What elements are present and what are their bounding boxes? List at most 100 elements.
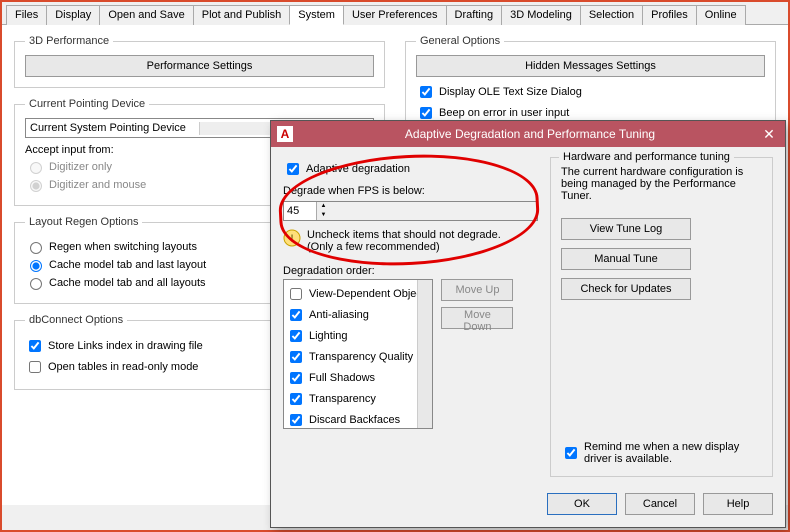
list-item-label: Anti-aliasing [309, 309, 369, 321]
list-item[interactable]: Full Shadows [286, 369, 430, 387]
check-remind-driver[interactable] [565, 447, 577, 459]
order-wrap: View-Dependent Objects Anti-aliasing Light… [283, 279, 538, 429]
list-item[interactable]: Transparency [286, 390, 430, 408]
tab-plot-and-publish[interactable]: Plot and Publish [193, 5, 291, 25]
tip-line1: Uncheck items that should not degrade. [307, 229, 501, 241]
tip-line2: (Only a few recommended) [307, 241, 501, 253]
radio-cache-last[interactable] [30, 260, 42, 272]
label-cache-last: Cache model tab and last layout [49, 259, 206, 271]
label-digitizer-mouse: Digitizer and mouse [49, 179, 146, 191]
scrollbar[interactable] [417, 280, 432, 428]
tab-display[interactable]: Display [46, 5, 100, 25]
dialog-title: Adaptive Degradation and Performance Tun… [301, 127, 759, 141]
fps-input[interactable] [284, 202, 316, 220]
list-item[interactable]: Discard Backfaces [286, 411, 430, 429]
legend-pointing: Current Pointing Device [25, 98, 149, 110]
list-item-checkbox[interactable] [290, 372, 302, 384]
tab-drafting[interactable]: Drafting [446, 5, 503, 25]
move-down-button[interactable]: Move Down [441, 307, 513, 329]
help-button[interactable]: Help [703, 493, 773, 515]
tab-strip: FilesDisplayOpen and SavePlot and Publis… [2, 2, 788, 25]
combo-value: Current System Pointing Device [26, 122, 199, 134]
tab-user-preferences[interactable]: User Preferences [343, 5, 447, 25]
move-up-button[interactable]: Move Up [441, 279, 513, 301]
close-icon[interactable]: ✕ [759, 126, 779, 143]
label-store-links: Store Links index in drawing file [48, 340, 203, 352]
list-item-label: Transparency [309, 393, 376, 405]
legend-general: General Options [416, 35, 504, 47]
order-buttons: Move Up Move Down [441, 279, 513, 429]
list-item-checkbox[interactable] [290, 414, 302, 426]
spinner-arrows: ▲ ▼ [316, 202, 330, 220]
legend-dbconnect: dbConnect Options [25, 314, 127, 326]
list-item-label: Discard Backfaces [309, 414, 400, 426]
legend-hardware: Hardware and performance tuning [559, 151, 734, 163]
label-digitizer-only: Digitizer only [49, 161, 112, 173]
list-item[interactable]: Transparency Quality [286, 348, 430, 366]
degradation-order-label: Degradation order: [283, 265, 538, 277]
spinner-up-icon[interactable]: ▲ [317, 202, 330, 211]
label-ole-dialog: Display OLE Text Size Dialog [439, 86, 582, 98]
dialog-body: Adaptive degradation Degrade when FPS is… [271, 147, 785, 487]
cancel-button[interactable]: Cancel [625, 493, 695, 515]
radio-digitizer-only [30, 162, 42, 174]
degradation-listbox[interactable]: View-Dependent Objects Anti-aliasing Light… [283, 279, 433, 429]
dialog-right-col: Hardware and performance tuning The curr… [550, 157, 773, 477]
spinner-down-icon[interactable]: ▼ [317, 211, 330, 220]
list-item[interactable]: Anti-aliasing [286, 306, 430, 324]
app-icon: A [277, 126, 293, 142]
dialog-footer: OK Cancel Help [271, 487, 785, 521]
radio-regen-switching[interactable] [30, 242, 42, 254]
svg-text:!: ! [290, 233, 293, 245]
legend-3d-performance: 3D Performance [25, 35, 113, 47]
group-3d-performance: 3D Performance Performance Settings [14, 35, 385, 88]
list-item-checkbox[interactable] [290, 309, 302, 321]
tab-open-and-save[interactable]: Open and Save [99, 5, 193, 25]
list-item-checkbox[interactable] [290, 393, 302, 405]
check-readonly-tables[interactable] [29, 361, 41, 373]
view-tune-log-button[interactable]: View Tune Log [561, 218, 691, 240]
check-ole-dialog[interactable] [420, 86, 432, 98]
radio-digitizer-mouse [30, 180, 42, 192]
list-item-label: Full Shadows [309, 372, 375, 384]
dialog-titlebar[interactable]: A Adaptive Degradation and Performance T… [271, 121, 785, 147]
adaptive-degradation-dialog: A Adaptive Degradation and Performance T… [270, 120, 786, 528]
tip-row: ! Uncheck items that should not degrade.… [283, 229, 538, 253]
label-beep-error: Beep on error in user input [439, 107, 569, 119]
tip-text: Uncheck items that should not degrade. (… [307, 229, 501, 253]
check-beep-error[interactable] [420, 107, 432, 119]
legend-regen: Layout Regen Options [25, 216, 142, 228]
performance-settings-button[interactable]: Performance Settings [25, 55, 374, 77]
check-store-links[interactable] [29, 340, 41, 352]
list-item-checkbox[interactable] [290, 351, 302, 363]
list-item[interactable]: View-Dependent Objects [286, 285, 430, 303]
list-item-label: Transparency Quality [309, 351, 413, 363]
label-cache-all: Cache model tab and all layouts [49, 277, 206, 289]
lightbulb-icon: ! [283, 229, 301, 247]
list-item-label: Lighting [309, 330, 348, 342]
label-regen-switching: Regen when switching layouts [49, 241, 197, 253]
tab-files[interactable]: Files [6, 5, 47, 25]
tab-selection[interactable]: Selection [580, 5, 643, 25]
label-adaptive-degradation: Adaptive degradation [306, 163, 410, 175]
group-hardware-tuning: Hardware and performance tuning The curr… [550, 157, 773, 477]
radio-cache-all[interactable] [30, 278, 42, 290]
list-item-checkbox[interactable] [290, 288, 302, 300]
list-item-checkbox[interactable] [290, 330, 302, 342]
label-remind-driver: Remind me when a new display driver is a… [584, 441, 762, 465]
tab-system[interactable]: System [289, 5, 344, 25]
degrade-fps-label: Degrade when FPS is below: [283, 185, 538, 197]
check-adaptive-degradation[interactable] [287, 163, 299, 175]
hidden-messages-button[interactable]: Hidden Messages Settings [416, 55, 765, 77]
list-item[interactable]: Lighting [286, 327, 430, 345]
ok-button[interactable]: OK [547, 493, 617, 515]
list-item-label: View-Dependent Objects [309, 288, 430, 300]
tab-3d-modeling[interactable]: 3D Modeling [501, 5, 581, 25]
manual-tune-button[interactable]: Manual Tune [561, 248, 691, 270]
hardware-desc: The current hardware configuration is be… [561, 166, 762, 202]
tab-online[interactable]: Online [696, 5, 746, 25]
label-readonly-tables: Open tables in read-only mode [48, 361, 198, 373]
tab-profiles[interactable]: Profiles [642, 5, 697, 25]
fps-spinner[interactable]: ▲ ▼ [283, 201, 538, 221]
check-updates-button[interactable]: Check for Updates [561, 278, 691, 300]
